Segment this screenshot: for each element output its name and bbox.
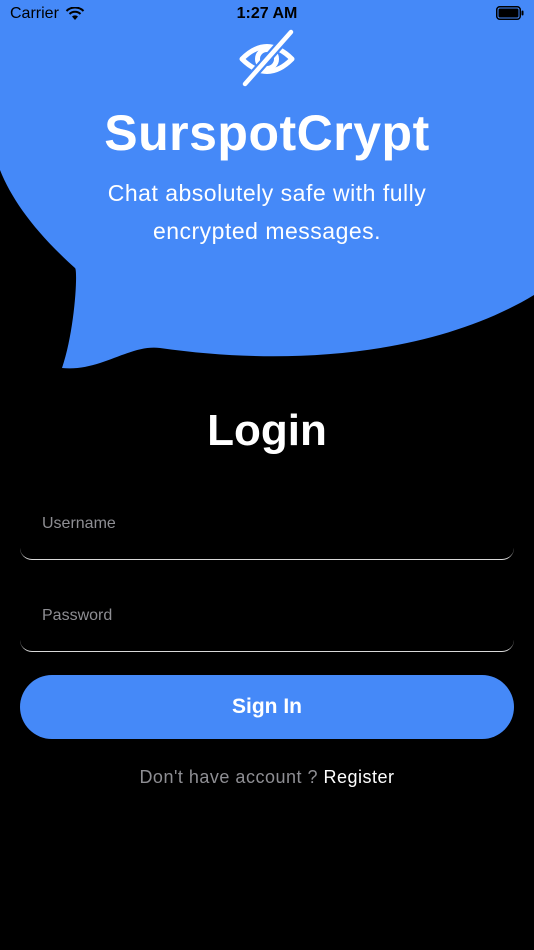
eye-slash-icon (239, 28, 296, 89)
no-account-prompt: Don't have account ? (139, 767, 318, 787)
register-row: Don't have account ? Register (0, 767, 534, 788)
login-heading: Login (207, 406, 327, 455)
app-title: SurspotCrypt (104, 105, 430, 161)
username-input[interactable] (40, 510, 494, 538)
status-time: 1:27 AM (236, 5, 298, 22)
password-field (20, 592, 514, 652)
status-bar: Carrier 1:27 AM (0, 0, 534, 30)
battery-icon (496, 6, 524, 20)
username-field (20, 500, 514, 560)
sign-in-button[interactable]: Sign In (20, 675, 514, 739)
password-input[interactable] (40, 602, 494, 630)
register-link[interactable]: Register (324, 767, 395, 787)
app-tagline: Chat absolutely safe with fully encrypte… (107, 180, 427, 244)
